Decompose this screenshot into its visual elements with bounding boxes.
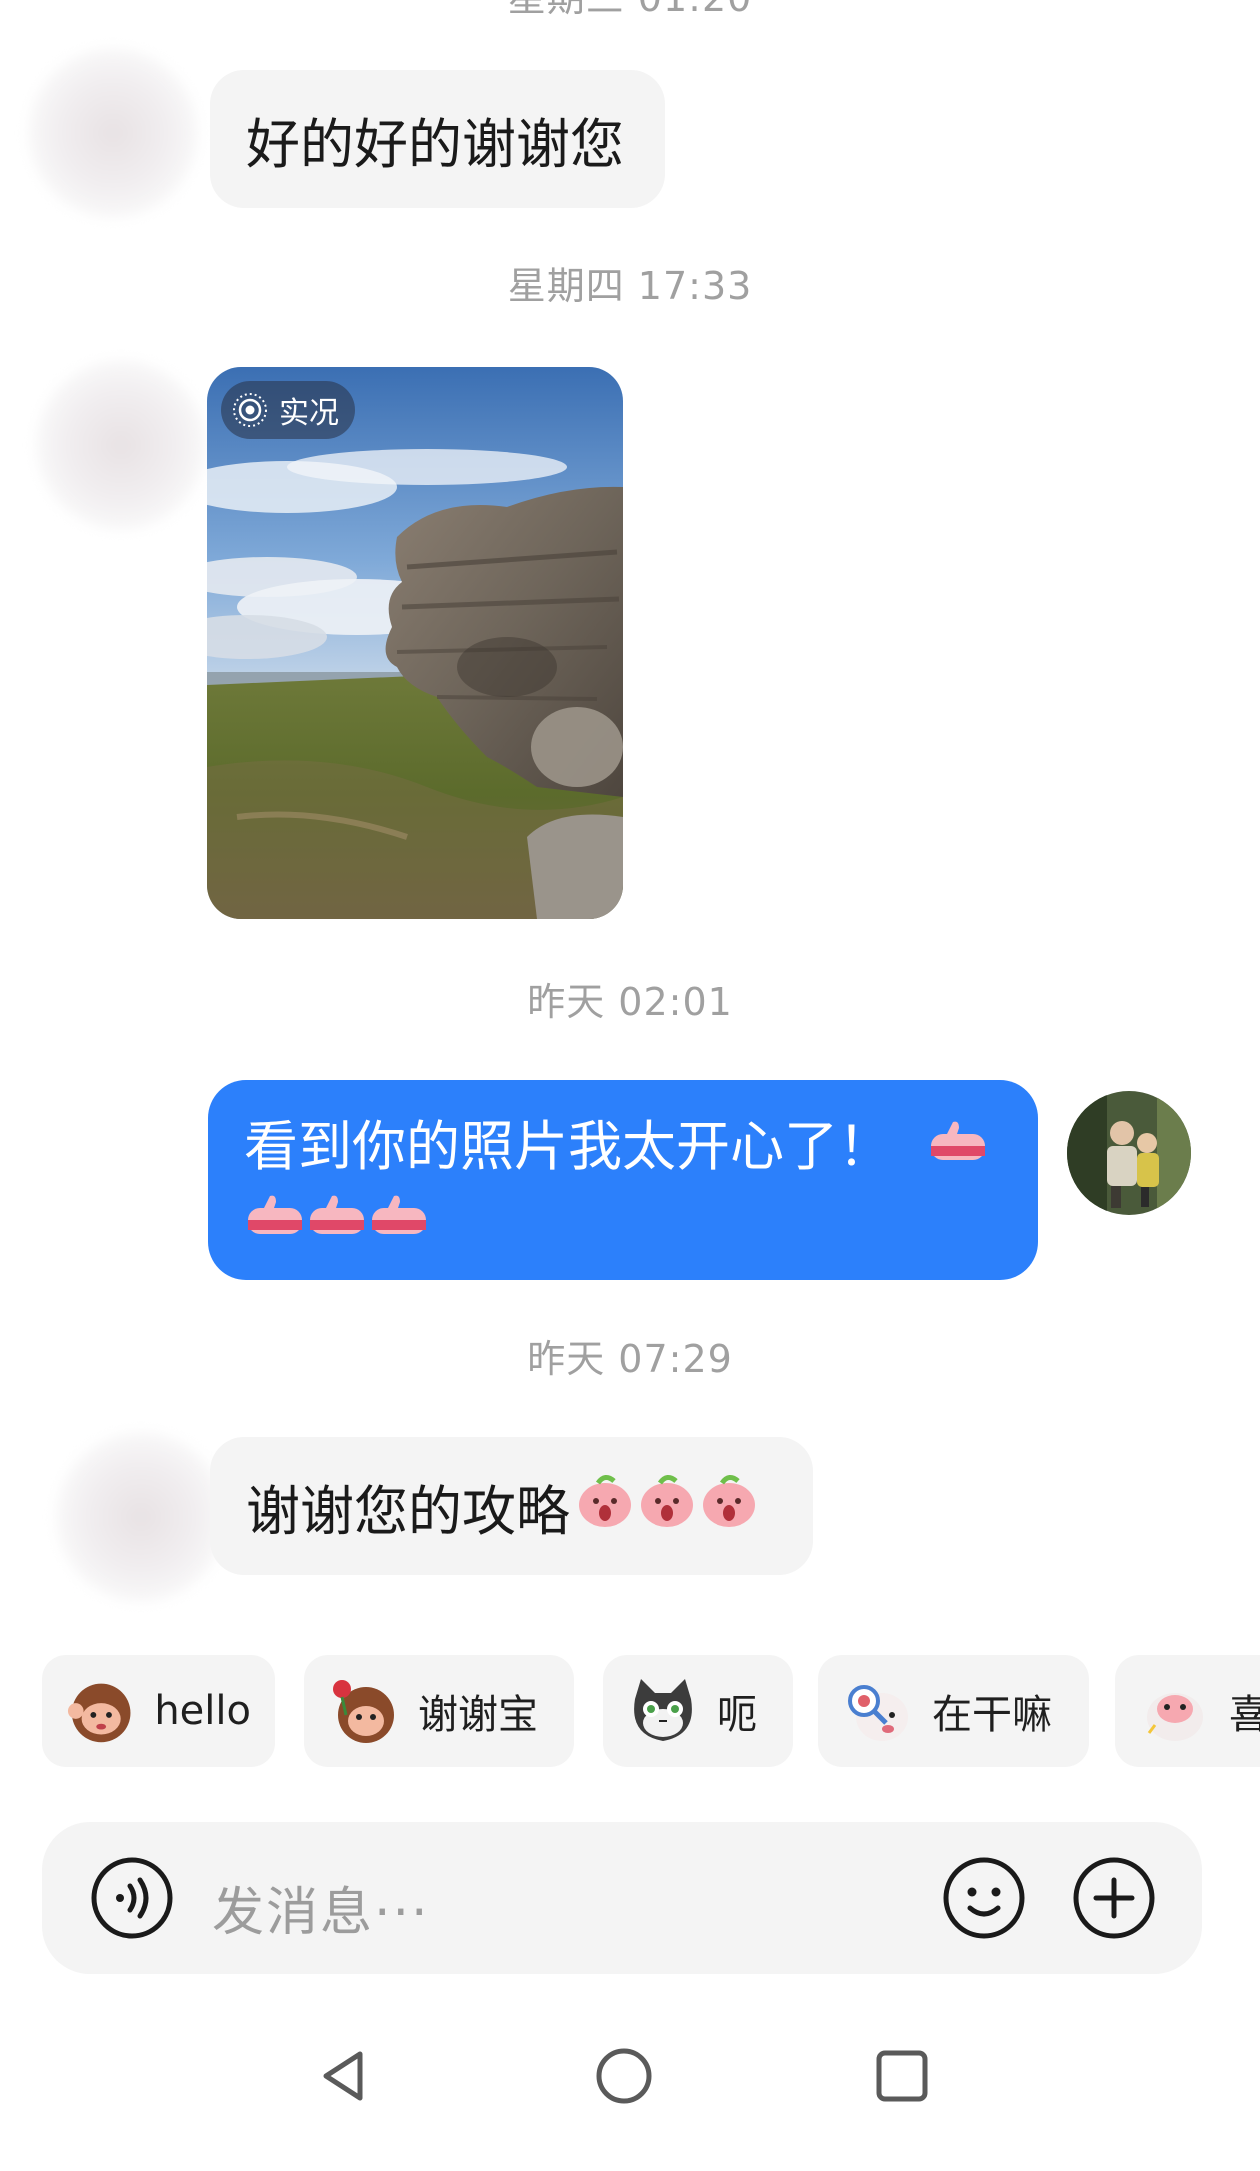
quick-reply-chip[interactable]: 谢谢宝 <box>304 1655 574 1767</box>
plus-icon <box>1073 1857 1155 1939</box>
contact-avatar[interactable] <box>56 1432 226 1602</box>
emoji-button[interactable] <box>942 1856 1026 1940</box>
timestamp: 星期四 17:33 <box>507 264 753 308</box>
magnifier-sticker-icon <box>848 1685 908 1741</box>
plus-button[interactable] <box>1072 1856 1156 1940</box>
quick-reply-label: 喜 <box>1229 1692 1260 1738</box>
landscape-photo <box>207 367 623 919</box>
message-bubble-incoming[interactable]: 谢谢您的攻略 <box>210 1437 813 1575</box>
quick-reply-label: 谢谢宝 <box>418 1692 538 1738</box>
nav-home-icon <box>596 2048 652 2104</box>
nav-back-icon <box>323 2051 363 2101</box>
quick-reply-chip[interactable]: 在干嘛 <box>818 1655 1089 1767</box>
surprised-peach-emoji-icon <box>574 1469 636 1544</box>
my-avatar[interactable] <box>1067 1091 1191 1215</box>
message-bubble-outgoing[interactable]: 看到你的照片我太开心了！ <box>208 1080 1038 1280</box>
live-photo-icon <box>233 393 267 427</box>
timestamp-top-partial: 星期三 01:20 <box>0 0 1260 20</box>
surprised-peach-emoji-icon <box>636 1469 698 1544</box>
contact-avatar[interactable] <box>28 48 198 218</box>
timestamp: 昨天 07:29 <box>527 1337 733 1381</box>
voice-button[interactable] <box>90 1856 174 1940</box>
thumbs-up-emoji-icon <box>368 1189 430 1259</box>
contact-avatar[interactable] <box>36 360 206 530</box>
system-navigation-bar <box>0 2020 1260 2130</box>
photo-message[interactable]: 实况 <box>207 367 623 919</box>
nav-back-button[interactable] <box>316 2048 372 2104</box>
message-text: 好的好的谢谢您 <box>246 112 624 176</box>
monkey-sticker-icon <box>67 1683 131 1743</box>
thumbs-up-emoji-icon <box>306 1189 368 1259</box>
message-text: 谢谢您的攻略 <box>246 1479 570 1543</box>
message-bubble-incoming[interactable]: 好的好的谢谢您 <box>210 70 665 208</box>
surprised-peach-emoji-icon <box>698 1469 760 1544</box>
cat-sticker-icon <box>634 1679 692 1741</box>
timestamp: 昨天 02:01 <box>527 980 733 1024</box>
quick-reply-label: 在干嘛 <box>932 1692 1052 1738</box>
quick-reply-chip[interactable]: hello <box>42 1655 275 1767</box>
thumbs-up-emoji-icon <box>927 1115 989 1185</box>
message-input-bar: 发消息··· <box>42 1822 1202 1974</box>
emoji-icon <box>943 1857 1025 1939</box>
message-text: 看到你的照片我太开心了！ <box>244 1115 892 1178</box>
monkey-rose-sticker-icon <box>333 1680 394 1743</box>
nav-home-button[interactable] <box>594 2046 654 2106</box>
live-photo-badge: 实况 <box>221 381 355 439</box>
quick-reply-chip[interactable]: 喜 <box>1115 1655 1260 1767</box>
message-input[interactable]: 发消息··· <box>212 1870 430 1945</box>
thumbs-up-emoji-icon <box>244 1189 306 1259</box>
quick-reply-chip[interactable]: 呃 <box>603 1655 793 1767</box>
nav-recent-button[interactable] <box>874 2048 930 2104</box>
nav-recent-icon <box>876 2050 928 2102</box>
voice-icon <box>91 1857 173 1939</box>
quick-reply-label: hello <box>154 1688 251 1734</box>
quick-reply-label: 呃 <box>717 1692 757 1738</box>
peach-sticker-icon <box>1147 1693 1203 1741</box>
live-photo-label: 实况 <box>279 396 339 431</box>
